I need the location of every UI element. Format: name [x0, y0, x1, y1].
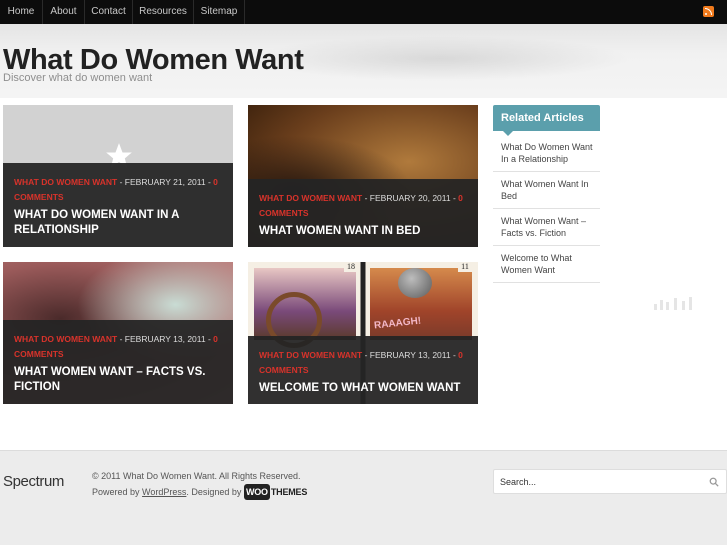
nav-item-home[interactable]: Home	[0, 0, 43, 24]
post-overlay: WHAT DO WOMEN WANT - FEBRUARY 20, 2011 -…	[248, 179, 478, 247]
faint-watermark	[654, 296, 694, 310]
comic-number: 18	[344, 262, 358, 272]
nav-item-resources[interactable]: Resources	[133, 0, 194, 24]
site-description: Discover what do women want	[3, 72, 153, 84]
post-meta: WHAT DO WOMEN WANT - FEBRUARY 20, 2011 -…	[259, 191, 467, 221]
post-meta: WHAT DO WOMEN WANT - FEBRUARY 21, 2011 -…	[14, 175, 222, 205]
post-title[interactable]: WELCOME TO WHAT WOMEN WANT	[259, 381, 467, 396]
post-meta: WHAT DO WOMEN WANT - FEBRUARY 13, 2011 -…	[259, 348, 467, 378]
post-title[interactable]: WHAT WOMEN WANT IN BED	[259, 224, 467, 239]
post-overlay: WHAT DO WOMEN WANT - FEBRUARY 13, 2011 -…	[3, 320, 233, 404]
site-footer: Spectrum © 2011 What Do Women Want. All …	[0, 450, 727, 545]
post-title[interactable]: WHAT WOMEN WANT – FACTS VS. FICTION	[14, 365, 222, 395]
related-article-link[interactable]: What Women Want – Facts vs. Fiction	[493, 209, 600, 246]
post-date: - FEBRUARY 13, 2011 -	[117, 334, 214, 344]
related-article-link[interactable]: Welcome to What Women Want	[493, 246, 600, 283]
copyright-text: © 2011 What Do Women Want. All Rights Re…	[92, 471, 301, 481]
nav-item-sitemap[interactable]: Sitemap	[194, 0, 245, 24]
post-category-link[interactable]: WHAT DO WOMEN WANT	[14, 177, 117, 187]
post-date: - FEBRUARY 21, 2011 -	[117, 177, 214, 187]
search-icon[interactable]	[709, 477, 719, 487]
post-card[interactable]: WHAT DO WOMEN WANT - FEBRUARY 13, 2011 -…	[3, 262, 233, 404]
ball-illustration	[398, 268, 432, 298]
powered-by-line: Powered by WordPress. Designed by WOO THE…	[92, 484, 307, 500]
search-box	[493, 469, 727, 494]
post-overlay: WHAT DO WOMEN WANT - FEBRUARY 21, 2011 -…	[3, 163, 233, 247]
post-meta: WHAT DO WOMEN WANT - FEBRUARY 13, 2011 -…	[14, 332, 222, 362]
footer-logo[interactable]: Spectrum	[3, 473, 64, 490]
post-category-link[interactable]: WHAT DO WOMEN WANT	[14, 334, 117, 344]
related-articles-list: What Do Women Want In a Relationship Wha…	[493, 135, 600, 283]
post-category-link[interactable]: WHAT DO WOMEN WANT	[259, 193, 362, 203]
nav-item-about[interactable]: About	[43, 0, 85, 24]
woothemes-logo[interactable]: WOO THEMES	[243, 484, 307, 500]
post-card[interactable]: WHAT DO WOMEN WANT - FEBRUARY 21, 2011 -…	[3, 105, 233, 247]
post-date: - FEBRUARY 20, 2011 -	[362, 193, 459, 203]
post-card[interactable]: WHAT DO WOMEN WANT - FEBRUARY 20, 2011 -…	[248, 105, 478, 247]
comic-number: 11	[458, 262, 472, 272]
post-date: - FEBRUARY 13, 2011 -	[362, 350, 459, 360]
post-title[interactable]: WHAT DO WOMEN WANT IN A RELATIONSHIP	[14, 208, 222, 238]
related-articles-heading: Related Articles	[493, 105, 600, 136]
post-category-link[interactable]: WHAT DO WOMEN WANT	[259, 350, 362, 360]
nav-item-contact[interactable]: Contact	[85, 0, 133, 24]
post-card[interactable]: 18 11 RAAAGH! WHAT DO WOMEN WANT - FEBRU…	[248, 262, 478, 404]
related-article-link[interactable]: What Women Want In Bed	[493, 172, 600, 209]
rss-icon[interactable]	[703, 6, 714, 17]
top-navigation: Home About Contact Resources Sitemap	[0, 0, 727, 24]
wordpress-link[interactable]: WordPress	[142, 487, 186, 497]
footer-credits: © 2011 What Do Women Want. All Rights Re…	[92, 468, 307, 500]
search-input[interactable]	[500, 474, 700, 490]
related-articles-widget: Related Articles What Do Women Want In a…	[493, 105, 600, 283]
post-overlay: WHAT DO WOMEN WANT - FEBRUARY 13, 2011 -…	[248, 336, 478, 404]
related-article-link[interactable]: What Do Women Want In a Relationship	[493, 135, 600, 172]
